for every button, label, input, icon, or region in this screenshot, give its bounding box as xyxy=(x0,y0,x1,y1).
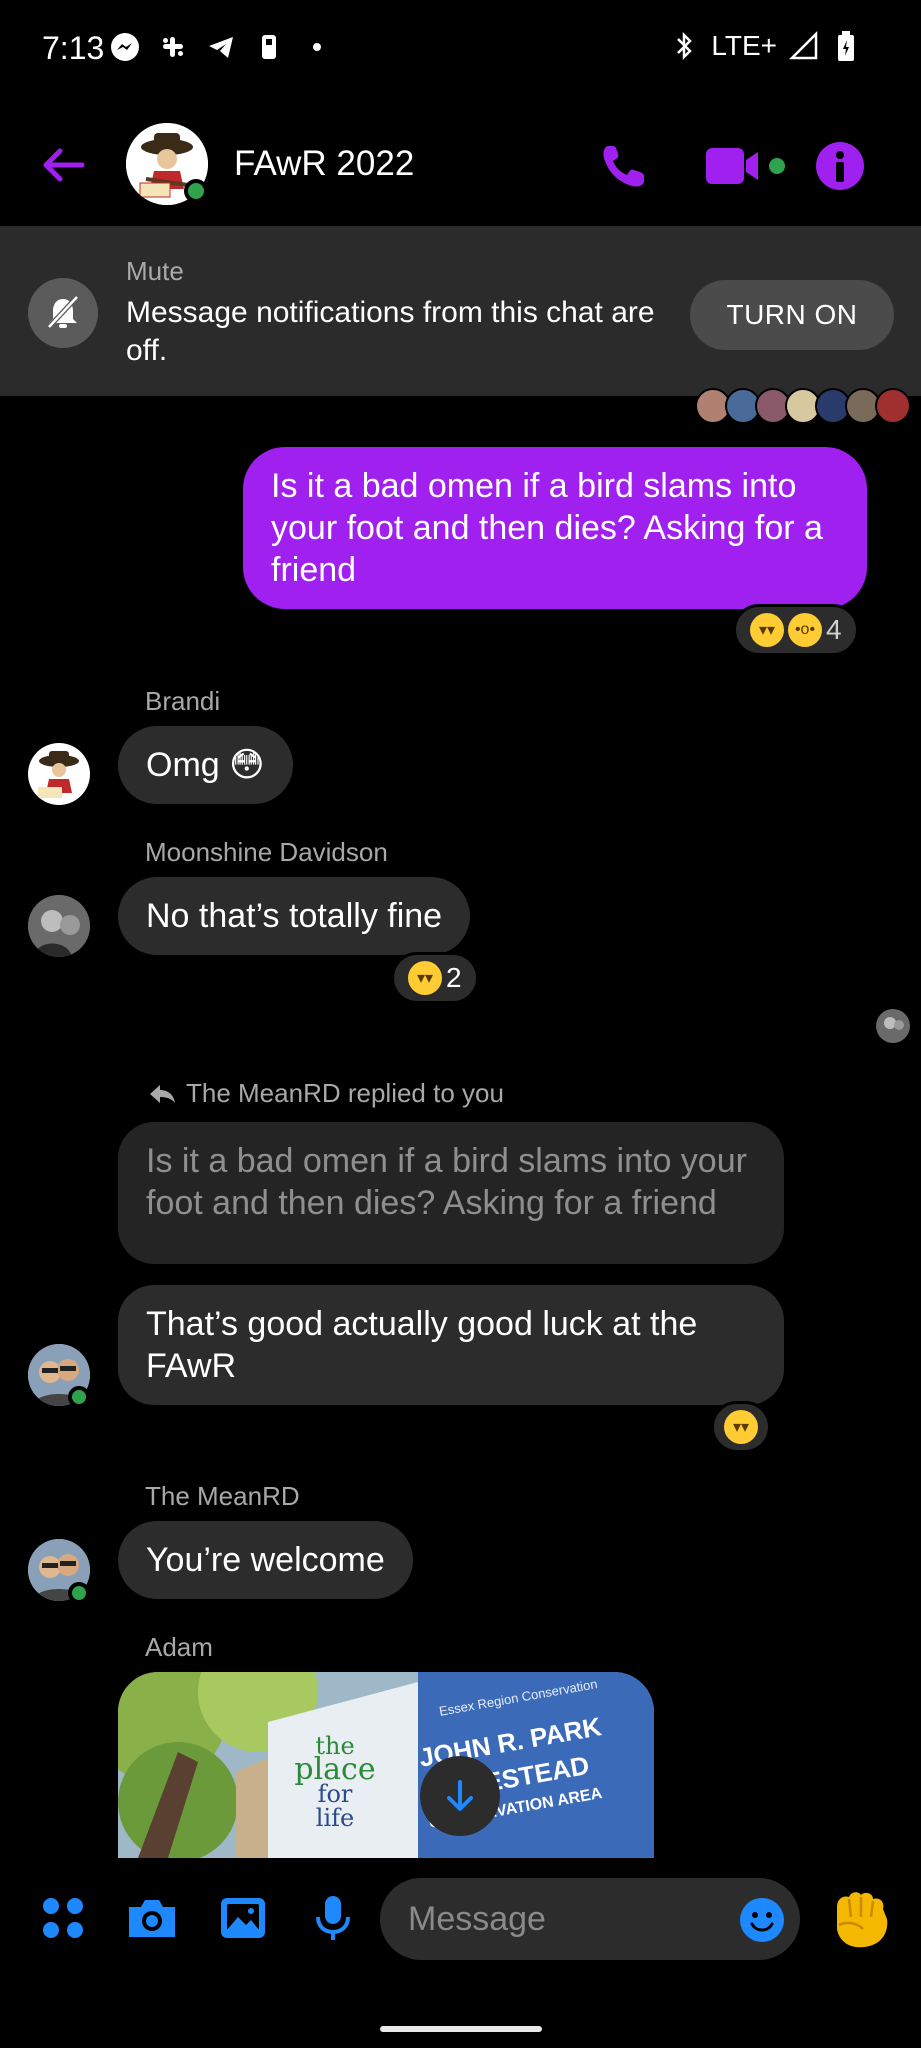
phone-app-icon xyxy=(254,32,284,62)
grid-dots-icon xyxy=(43,1898,83,1938)
video-call-button[interactable] xyxy=(702,138,792,194)
laughing-emoji-icon: ▾▾ xyxy=(724,1410,758,1444)
status-time: 7:13 xyxy=(42,30,105,66)
avatar[interactable] xyxy=(28,743,90,805)
group-logo-icon xyxy=(38,751,79,798)
reaction-count: 4 xyxy=(826,614,842,645)
image-icon xyxy=(221,1898,265,1938)
person-photo-icon xyxy=(28,895,90,957)
messenger-icon xyxy=(110,32,140,62)
online-indicator xyxy=(68,1386,90,1408)
turn-on-button[interactable]: TURN ON xyxy=(690,280,894,350)
read-receipts xyxy=(695,388,911,424)
arrow-left-icon xyxy=(43,148,85,182)
slogan-text: the place for life xyxy=(294,1732,376,1832)
info-icon xyxy=(816,142,864,190)
scroll-to-bottom-button[interactable] xyxy=(420,1756,500,1836)
muted-bell-icon xyxy=(28,278,98,348)
voice-call-button[interactable] xyxy=(596,138,652,194)
back-button[interactable] xyxy=(38,140,88,190)
message-placeholder: Message xyxy=(408,1900,546,1938)
read-avatar xyxy=(876,1009,910,1043)
incoming-message[interactable]: You’re welcome xyxy=(118,1521,413,1599)
gallery-button[interactable] xyxy=(213,1888,273,1948)
smiley-icon xyxy=(740,1898,784,1942)
person-photo-icon xyxy=(884,1017,904,1030)
system-indicators: LTE+ xyxy=(669,30,861,62)
message-input[interactable]: Message xyxy=(380,1878,800,1960)
incoming-message[interactable]: No that’s totally fine xyxy=(118,877,471,955)
composer-toolbar: Message xyxy=(0,1862,921,1982)
mute-message: Message notifications from this chat are… xyxy=(126,296,655,367)
reply-arrow-icon xyxy=(150,1084,175,1103)
video-camera-icon xyxy=(706,148,785,184)
info-button[interactable] xyxy=(812,138,868,194)
sender-name: The MeanRD xyxy=(145,1481,300,1511)
fist-emoji-icon xyxy=(837,1892,888,1948)
quick-reaction-button[interactable] xyxy=(826,1882,898,1954)
more-actions-button[interactable] xyxy=(33,1888,93,1948)
notification-icons xyxy=(110,32,332,62)
network-type: LTE+ xyxy=(711,30,777,61)
signal-icon xyxy=(789,31,819,61)
laughing-emoji-icon: ▾▾ xyxy=(750,613,784,647)
surprised-emoji-icon: •o• xyxy=(788,613,822,647)
avatar[interactable] xyxy=(28,895,90,957)
online-indicator xyxy=(68,1582,90,1604)
status-bar: 7:13 LTE+ xyxy=(0,0,921,100)
incoming-message[interactable]: That’s good actually good luck at the FA… xyxy=(118,1285,784,1405)
bluetooth-icon xyxy=(669,31,699,61)
message-reactions[interactable]: ▾▾ xyxy=(711,1401,771,1453)
message-reactions[interactable]: ▾▾ 2 xyxy=(391,952,479,1004)
laughing-emoji-icon: ▾▾ xyxy=(408,961,442,995)
camera-icon xyxy=(129,1900,175,1937)
message-reactions[interactable]: ▾▾ •o• 4 xyxy=(733,604,859,656)
reply-label: The MeanRD replied to you xyxy=(186,1078,504,1108)
quoted-message[interactable]: Is it a bad omen if a bird slams into yo… xyxy=(118,1122,784,1264)
emoji-button[interactable] xyxy=(738,1896,786,1944)
incoming-message[interactable]: Omg 😳 xyxy=(118,726,293,804)
microphone-icon xyxy=(316,1896,350,1940)
phone-icon xyxy=(603,146,644,187)
voice-clip-button[interactable] xyxy=(303,1888,363,1948)
battery-icon xyxy=(831,31,861,61)
camera-button[interactable] xyxy=(122,1888,182,1948)
read-avatar xyxy=(875,388,911,424)
mute-banner: Mute Message notifications from this cha… xyxy=(0,226,921,396)
arrow-down-icon xyxy=(447,1780,473,1811)
slack-icon xyxy=(158,32,188,62)
reply-header: The MeanRD replied to you xyxy=(148,1078,504,1109)
outgoing-message[interactable]: Is it a bad omen if a bird slams into yo… xyxy=(243,447,867,609)
sender-name: Adam xyxy=(145,1632,213,1662)
dot-icon xyxy=(302,32,332,62)
home-indicator xyxy=(380,2026,542,2032)
reaction-count: 2 xyxy=(446,962,462,993)
sender-name: Brandi xyxy=(145,686,221,716)
online-indicator xyxy=(184,179,208,203)
chat-header: FAwR 2022 xyxy=(0,110,921,225)
telegram-icon xyxy=(206,32,236,62)
sender-name: Moonshine Davidson xyxy=(145,837,388,867)
image-attachment[interactable]: the place for life Essex Region Conserva… xyxy=(118,1672,654,1858)
mute-label: Mute xyxy=(126,256,184,286)
chat-title[interactable]: FAwR 2022 xyxy=(234,144,414,184)
